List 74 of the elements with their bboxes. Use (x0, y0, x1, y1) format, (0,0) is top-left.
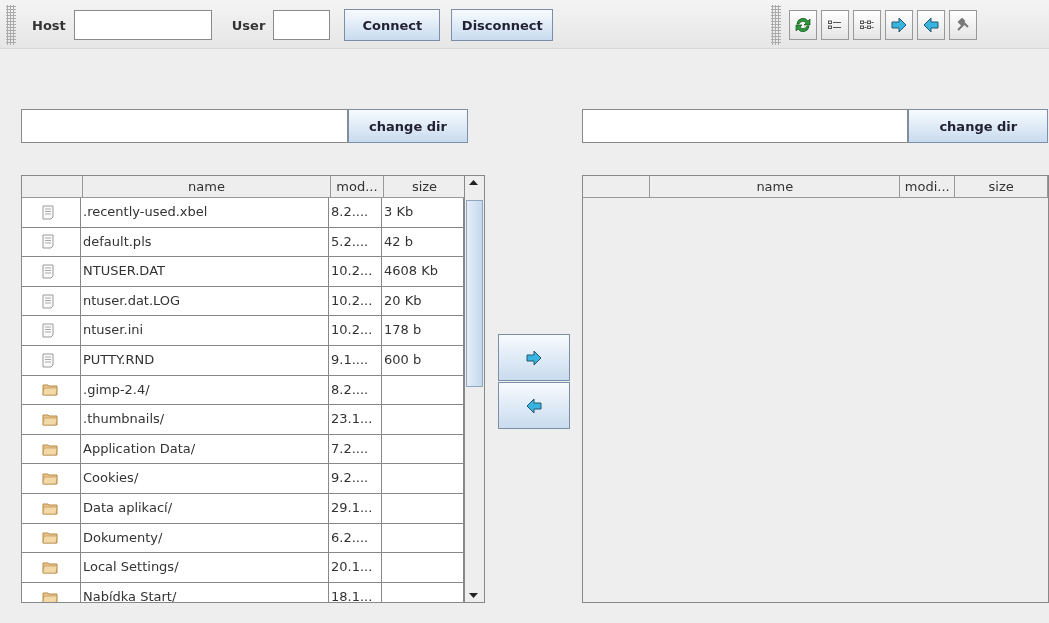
file-name[interactable]: Dokumenty/ (81, 523, 329, 553)
toolbar-button[interactable] (789, 10, 818, 40)
file-name[interactable]: ntuser.ini (81, 316, 329, 345)
column-header[interactable]: name (83, 176, 331, 198)
modified-date: 9.1.... (329, 345, 382, 375)
remote-path-field[interactable] (582, 109, 909, 143)
host-label: Host (32, 17, 66, 33)
modified-date: 8.2.... (329, 198, 382, 227)
folder-icon (42, 383, 58, 397)
file-name[interactable]: Data aplikací/ (81, 493, 329, 523)
file-name[interactable]: Cookies/ (81, 464, 329, 493)
modified-date: 29.1... (329, 493, 382, 523)
modified-date: 7.2.... (329, 434, 382, 464)
modified-date: 10.2... (329, 316, 382, 345)
change-dir-button[interactable]: change dir (348, 109, 468, 143)
toolbar-grip[interactable] (771, 5, 782, 45)
toolbar-grip[interactable] (6, 5, 16, 45)
modified-date: 18.1... (329, 582, 382, 602)
column-header[interactable]: mod... (331, 176, 384, 198)
folder-icon (42, 442, 58, 456)
folder-icon (42, 590, 58, 602)
folder-icon (42, 412, 58, 426)
disconnect-button[interactable]: Disconnect (451, 9, 554, 41)
file-name[interactable]: .thumbnails/ (81, 405, 329, 434)
file-name[interactable]: PUTTY.RND (81, 345, 329, 375)
modified-date: 9.2.... (329, 464, 382, 493)
modified-date: 5.2.... (329, 227, 382, 257)
transfer-button[interactable] (497, 382, 570, 429)
right-arrow-icon (891, 18, 908, 32)
tools-icon (956, 18, 971, 32)
details-icon (860, 20, 875, 30)
host-field[interactable] (73, 10, 212, 40)
document-icon (42, 352, 54, 368)
transfer-button[interactable] (497, 334, 570, 381)
modified-date: 10.2... (329, 257, 382, 286)
document-icon (42, 323, 54, 339)
folder-icon (42, 501, 58, 515)
local-path-field[interactable] (21, 109, 348, 143)
file-name[interactable]: NTUSER.DAT (81, 257, 329, 286)
scrollbar[interactable] (464, 176, 484, 602)
modified-date: 20.1... (329, 553, 382, 582)
file-name[interactable]: Application Data/ (81, 434, 329, 464)
file-name[interactable]: Nabídka Start/ (81, 582, 329, 602)
toolbar-button[interactable] (917, 10, 946, 40)
modified-date: 10.2... (329, 286, 382, 316)
document-icon (42, 264, 54, 279)
file-name[interactable]: ntuser.dat.LOG (81, 286, 329, 316)
folder-icon (42, 472, 58, 486)
right-arrow-icon (525, 350, 542, 365)
user-label: User (231, 17, 266, 33)
file-name[interactable]: Local Settings/ (81, 553, 329, 582)
change-dir-button[interactable]: change dir (908, 109, 1049, 143)
left-arrow-icon (923, 18, 940, 32)
connect-button[interactable]: Connect (344, 9, 441, 41)
file-name[interactable]: .recently-used.xbel (81, 198, 329, 227)
document-icon (42, 234, 54, 250)
folder-icon (42, 531, 58, 545)
modified-date: 6.2.... (329, 523, 382, 553)
left-arrow-icon (525, 398, 542, 413)
file-name[interactable]: default.pls (81, 227, 329, 257)
refresh-icon (794, 16, 813, 34)
toolbar-button[interactable] (853, 10, 882, 40)
column-header[interactable] (22, 176, 83, 198)
file-name[interactable]: .gimp-2.4/ (81, 375, 329, 405)
toolbar-button[interactable] (949, 10, 978, 40)
folder-icon (42, 560, 58, 574)
user-field[interactable] (273, 10, 331, 40)
list-icon (828, 20, 843, 30)
modified-date: 23.1... (329, 405, 382, 434)
toolbar-button[interactable] (885, 10, 914, 40)
document-icon (42, 293, 54, 309)
modified-date: 8.2.... (329, 375, 382, 405)
document-icon (42, 204, 54, 220)
toolbar-button[interactable] (821, 10, 850, 40)
